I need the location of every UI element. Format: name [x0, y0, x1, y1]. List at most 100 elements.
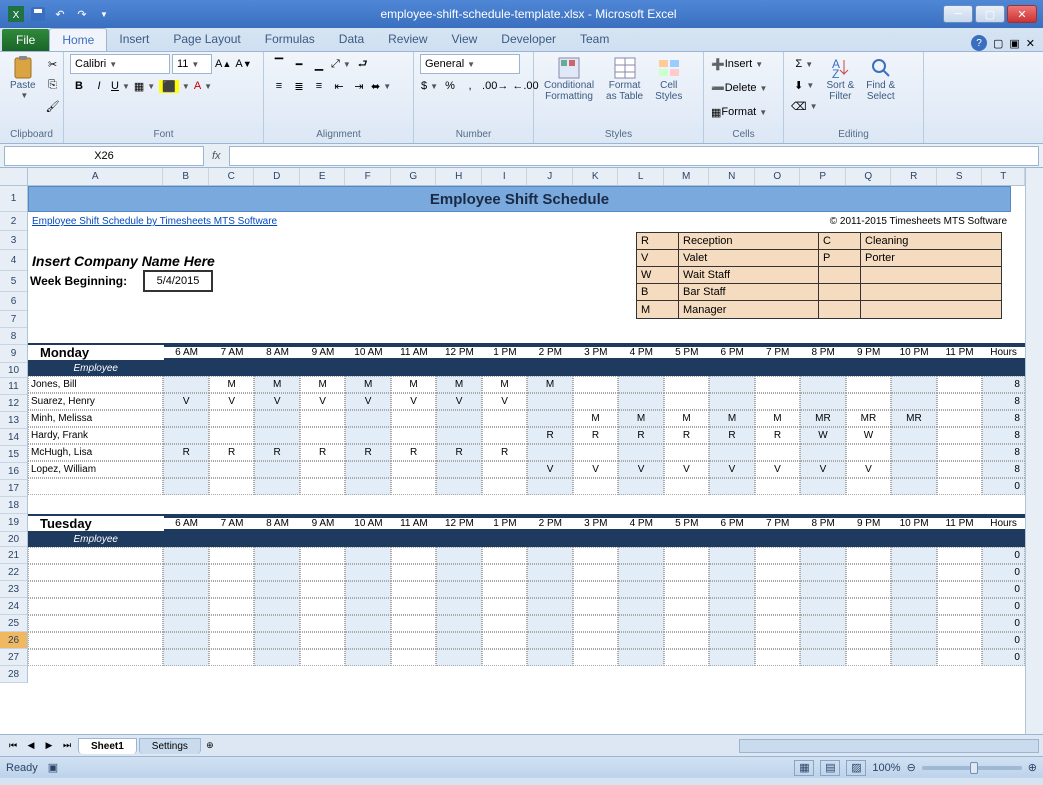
row-header[interactable]: 18 [0, 497, 27, 514]
column-header[interactable]: K [573, 168, 619, 185]
schedule-cell[interactable] [436, 649, 481, 666]
schedule-row[interactable]: Suarez, HenryVVVVVVVV8 [28, 393, 1025, 410]
tab-developer[interactable]: Developer [489, 28, 568, 51]
schedule-cell[interactable] [800, 564, 845, 581]
zoom-level[interactable]: 100% [872, 762, 900, 774]
schedule-cell[interactable] [937, 478, 982, 495]
schedule-cell[interactable]: R [436, 444, 481, 461]
schedule-cell[interactable] [163, 547, 208, 564]
number-format-combo[interactable]: General▼ [420, 54, 520, 74]
schedule-cell[interactable] [937, 427, 982, 444]
schedule-cell[interactable] [391, 427, 436, 444]
schedule-cell[interactable] [254, 564, 299, 581]
schedule-cell[interactable] [254, 615, 299, 632]
schedule-cell[interactable] [436, 564, 481, 581]
column-header[interactable]: G [391, 168, 437, 185]
schedule-cell[interactable]: W [800, 427, 845, 444]
schedule-cell[interactable] [345, 615, 390, 632]
schedule-cell[interactable] [300, 478, 345, 495]
row-header[interactable]: 9 [0, 345, 27, 363]
schedule-cell[interactable] [573, 564, 618, 581]
schedule-cell[interactable] [527, 478, 572, 495]
schedule-row[interactable]: Lopez, WilliamVVVVVVVV8 [28, 461, 1025, 478]
schedule-cell[interactable] [618, 547, 663, 564]
schedule-cell[interactable] [254, 478, 299, 495]
schedule-cell[interactable]: V [163, 393, 208, 410]
row-header[interactable]: 20 [0, 532, 27, 547]
align-right-button[interactable]: ≡ [310, 76, 328, 96]
insert-cells-button[interactable]: ➕ Insert▼ [710, 54, 780, 74]
horizontal-scrollbar[interactable] [739, 739, 1039, 753]
schedule-cell[interactable] [891, 393, 936, 410]
zoom-slider[interactable] [922, 766, 1022, 770]
employee-name-cell[interactable] [28, 564, 163, 581]
schedule-cell[interactable]: R [254, 444, 299, 461]
schedule-cell[interactable] [618, 615, 663, 632]
zoom-out-button[interactable]: ⊖ [907, 761, 916, 774]
schedule-cell[interactable]: V [391, 393, 436, 410]
schedule-cell[interactable]: V [664, 461, 709, 478]
schedule-cell[interactable] [391, 564, 436, 581]
schedule-cell[interactable]: V [209, 393, 254, 410]
qat-customize-icon[interactable]: ▼ [94, 4, 114, 24]
schedule-cell[interactable] [800, 615, 845, 632]
schedule-cell[interactable] [755, 649, 800, 666]
schedule-row[interactable]: 0 [28, 581, 1025, 598]
schedule-cell[interactable] [436, 427, 481, 444]
schedule-cell[interactable] [527, 393, 572, 410]
schedule-cell[interactable]: M [345, 376, 390, 393]
row-header[interactable]: 21 [0, 547, 27, 564]
column-header[interactable]: R [891, 168, 937, 185]
schedule-cell[interactable] [209, 547, 254, 564]
schedule-cell[interactable] [345, 427, 390, 444]
schedule-cell[interactable] [482, 410, 527, 427]
schedule-cell[interactable] [709, 632, 754, 649]
minimize-ribbon-icon[interactable]: ▢ [993, 37, 1003, 50]
schedule-cell[interactable] [163, 376, 208, 393]
schedule-cell[interactable] [755, 598, 800, 615]
employee-name-cell[interactable] [28, 478, 163, 495]
hours-cell[interactable]: 0 [982, 615, 1025, 632]
schedule-cell[interactable] [209, 478, 254, 495]
schedule-cell[interactable] [482, 478, 527, 495]
schedule-cell[interactable] [391, 478, 436, 495]
close-button[interactable]: ✕ [1007, 5, 1037, 23]
schedule-cell[interactable] [664, 564, 709, 581]
merge-center-button[interactable]: ⬌▼ [370, 76, 392, 96]
schedule-cell[interactable] [937, 632, 982, 649]
schedule-cell[interactable]: M [436, 376, 481, 393]
schedule-cell[interactable] [482, 649, 527, 666]
schedule-cell[interactable] [709, 393, 754, 410]
schedule-cell[interactable] [254, 547, 299, 564]
schedule-cell[interactable]: M [527, 376, 572, 393]
schedule-cell[interactable] [709, 598, 754, 615]
schedule-cell[interactable] [345, 461, 390, 478]
page-layout-view-button[interactable]: ▤ [820, 760, 840, 776]
schedule-cell[interactable] [163, 649, 208, 666]
schedule-cell[interactable] [254, 461, 299, 478]
column-header[interactable]: F [345, 168, 391, 185]
schedule-cell[interactable] [800, 598, 845, 615]
schedule-cell[interactable]: R [391, 444, 436, 461]
schedule-cell[interactable] [846, 393, 891, 410]
tab-data[interactable]: Data [327, 28, 376, 51]
schedule-cell[interactable]: R [482, 444, 527, 461]
schedule-cell[interactable] [436, 547, 481, 564]
schedule-cell[interactable] [573, 649, 618, 666]
schedule-cell[interactable] [937, 376, 982, 393]
schedule-cell[interactable] [482, 547, 527, 564]
schedule-cell[interactable] [846, 615, 891, 632]
schedule-cell[interactable] [436, 581, 481, 598]
schedule-cell[interactable] [527, 632, 572, 649]
schedule-cell[interactable] [937, 598, 982, 615]
tab-view[interactable]: View [440, 28, 490, 51]
row-header[interactable]: 1 [0, 186, 27, 212]
row-header[interactable]: 25 [0, 615, 27, 632]
row-header[interactable]: 10 [0, 363, 27, 378]
schedule-cell[interactable] [664, 615, 709, 632]
row-header[interactable]: 7 [0, 311, 27, 328]
schedule-cell[interactable]: V [573, 461, 618, 478]
schedule-cell[interactable] [618, 649, 663, 666]
schedule-cell[interactable] [800, 376, 845, 393]
wrap-text-button[interactable]: ⮐ [354, 54, 372, 74]
